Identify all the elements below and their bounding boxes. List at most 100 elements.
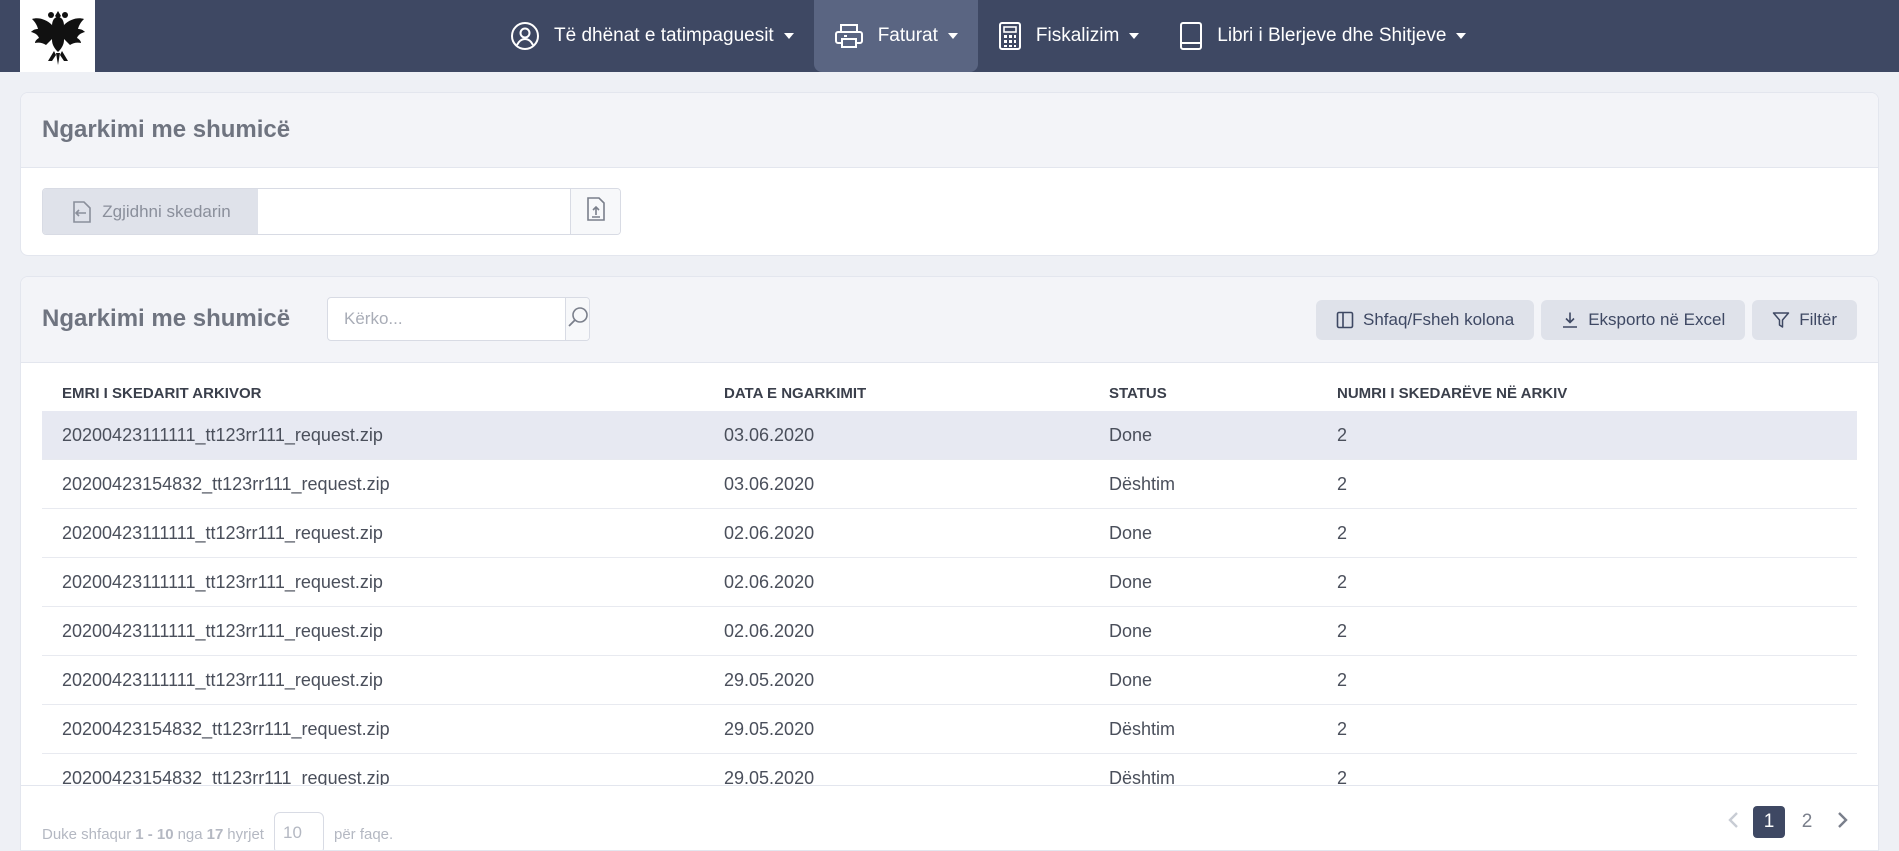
- table-footer: Duke shfaqur 1 - 10 nga 17 hyrjet 10 për…: [21, 785, 1878, 850]
- showing-total: 17: [206, 825, 224, 843]
- cell-file-count: 2: [1337, 718, 1348, 739]
- filter-button[interactable]: Filtër: [1752, 300, 1857, 340]
- cell-upload-date: 03.06.2020: [724, 424, 815, 445]
- cell-status: Done: [1109, 669, 1153, 690]
- column-header-status[interactable]: STATUS: [1089, 385, 1317, 402]
- pagination: 1 2: [1719, 806, 1857, 838]
- cell-status: Dështim: [1109, 473, 1176, 494]
- nav-purchase-sales-book[interactable]: Libri i Blerjeve dhe Shitjeve: [1159, 0, 1486, 72]
- bulk-uploads-card: Ngarkimi me shumicë Shfaq/Fsheh kolona E: [20, 276, 1879, 851]
- file-path-field[interactable]: [258, 189, 571, 234]
- search-button[interactable]: [565, 298, 589, 340]
- filter-icon: [1772, 311, 1790, 329]
- caret-down-icon: [1129, 33, 1140, 39]
- cell-archive-name: 20200423154832_tt123rr111_request.zip: [62, 718, 390, 739]
- search-box: [327, 297, 590, 341]
- eagle-icon: [30, 11, 85, 65]
- table-row[interactable]: 20200423111111_tt123rr111_request.zip 03.…: [42, 411, 1857, 460]
- nav-item-label: Fiskalizim: [1035, 25, 1120, 46]
- next-page-button[interactable]: [1829, 806, 1857, 838]
- chevron-right-icon: [1837, 811, 1849, 834]
- file-input-group: Zgjidhni skedarin: [42, 188, 621, 235]
- chevron-left-icon: [1727, 811, 1739, 834]
- cell-archive-name: 20200423154832_tt123rr111_request.zip: [62, 473, 390, 494]
- cell-status: Done: [1109, 424, 1153, 445]
- cell-upload-date: 02.06.2020: [724, 620, 815, 641]
- list-card-title: Ngarkimi me shumicë: [42, 305, 291, 332]
- column-header-file-count[interactable]: NUMRI I SKEDARËVE NË ARKIV: [1317, 385, 1857, 402]
- search-input[interactable]: [328, 298, 565, 340]
- cell-file-count: 2: [1337, 473, 1348, 494]
- table-row[interactable]: 20200423154832_tt123rr111_request.zip 03.…: [42, 460, 1857, 509]
- cell-upload-date: 02.06.2020: [724, 571, 815, 592]
- cell-file-count: 2: [1337, 522, 1348, 543]
- columns-icon: [1336, 311, 1354, 329]
- per-page-suffix: për faqe.: [333, 825, 394, 843]
- cell-file-count: 2: [1337, 620, 1348, 641]
- upload-card-header: Ngarkimi me shumicë: [21, 93, 1878, 168]
- column-header-archive-name[interactable]: EMRI I SKEDARIT ARKIVOR: [42, 385, 704, 402]
- toggle-columns-label: Shfaq/Fsheh kolona: [1362, 310, 1515, 329]
- upload-card-title: Ngarkimi me shumicë: [42, 116, 291, 143]
- cell-upload-date: 02.06.2020: [724, 522, 815, 543]
- top-navbar: Të dhënat e tatimpaguesit Faturat Fiskal…: [0, 0, 1899, 72]
- download-icon: [1561, 311, 1579, 329]
- main-menu: Të dhënat e tatimpaguesit Faturat Fiskal…: [490, 0, 1486, 72]
- printer-icon: [834, 23, 864, 49]
- nav-invoices[interactable]: Faturat: [813, 0, 978, 72]
- export-excel-button[interactable]: Eksporto në Excel: [1541, 300, 1746, 340]
- caret-down-icon: [947, 33, 958, 39]
- cell-upload-date: 29.05.2020: [724, 669, 815, 690]
- list-card-header: Ngarkimi me shumicë Shfaq/Fsheh kolona E: [21, 277, 1878, 363]
- file-upload-icon: [586, 196, 606, 227]
- page-1-button[interactable]: 1: [1753, 806, 1785, 838]
- upload-button[interactable]: [571, 189, 620, 234]
- choose-file-button[interactable]: Zgjidhni skedarin: [43, 189, 258, 234]
- table-row[interactable]: 20200423111111_tt123rr111_request.zip 29.…: [42, 656, 1857, 705]
- toggle-columns-button[interactable]: Shfaq/Fsheh kolona: [1315, 300, 1535, 340]
- search-icon: [566, 305, 589, 334]
- table-row[interactable]: 20200423111111_tt123rr111_request.zip 02.…: [42, 509, 1857, 558]
- showing-of: nga: [177, 825, 203, 843]
- nav-item-label: Libri i Blerjeve dhe Shitjeve: [1217, 25, 1447, 46]
- prev-page-button[interactable]: [1719, 806, 1747, 838]
- albania-eagle-logo[interactable]: [20, 0, 95, 72]
- nav-fiscalization[interactable]: Fiskalizim: [978, 0, 1159, 72]
- cell-file-count: 2: [1337, 571, 1348, 592]
- per-page-select[interactable]: 10: [273, 812, 324, 850]
- cell-upload-date: 03.06.2020: [724, 473, 815, 494]
- caret-down-icon: [1456, 33, 1467, 39]
- book-icon: [1179, 21, 1203, 51]
- cell-status: Dështim: [1109, 718, 1176, 739]
- calculator-icon: [998, 21, 1022, 51]
- table-header: EMRI I SKEDARIT ARKIVOR DATA E NGARKIMIT…: [42, 375, 1857, 411]
- file-import-icon: [70, 200, 92, 224]
- page-2-button[interactable]: 2: [1791, 806, 1823, 838]
- cell-file-count: 2: [1337, 669, 1348, 690]
- showing-prefix: Duke shfaqur: [42, 825, 132, 843]
- cell-status: Done: [1109, 620, 1153, 641]
- nav-taxpayer-data[interactable]: Të dhënat e tatimpaguesit: [490, 0, 814, 72]
- cell-status: Done: [1109, 522, 1153, 543]
- caret-down-icon: [783, 33, 794, 39]
- user-circle-icon: [510, 21, 540, 51]
- column-header-upload-date[interactable]: DATA E NGARKIMIT: [704, 385, 1089, 402]
- showing-range: 1 - 10: [135, 825, 174, 843]
- uploads-table: EMRI I SKEDARIT ARKIVOR DATA E NGARKIMIT…: [42, 375, 1857, 803]
- table-row[interactable]: 20200423154832_tt123rr111_request.zip 29.…: [42, 705, 1857, 754]
- table-body: 20200423111111_tt123rr111_request.zip 03.…: [42, 411, 1857, 803]
- filter-label: Filtër: [1799, 310, 1837, 329]
- showing-entries: hyrjet: [227, 825, 264, 843]
- table-row[interactable]: 20200423111111_tt123rr111_request.zip 02.…: [42, 607, 1857, 656]
- cell-archive-name: 20200423111111_tt123rr111_request.zip: [62, 571, 383, 592]
- export-excel-label: Eksporto në Excel: [1588, 310, 1726, 329]
- cell-archive-name: 20200423111111_tt123rr111_request.zip: [62, 669, 383, 690]
- toolbar: Shfaq/Fsheh kolona Eksporto në Excel Fil…: [1315, 300, 1857, 340]
- nav-item-label: Të dhënat e tatimpaguesit: [554, 25, 774, 46]
- choose-file-label: Zgjidhni skedarin: [102, 201, 231, 221]
- nav-item-label: Faturat: [877, 25, 938, 46]
- table-row[interactable]: 20200423111111_tt123rr111_request.zip 02.…: [42, 558, 1857, 607]
- pagination-info: Duke shfaqur 1 - 10 nga 17 hyrjet 10 për…: [42, 812, 394, 850]
- cell-archive-name: 20200423111111_tt123rr111_request.zip: [62, 424, 383, 445]
- cell-upload-date: 29.05.2020: [724, 718, 815, 739]
